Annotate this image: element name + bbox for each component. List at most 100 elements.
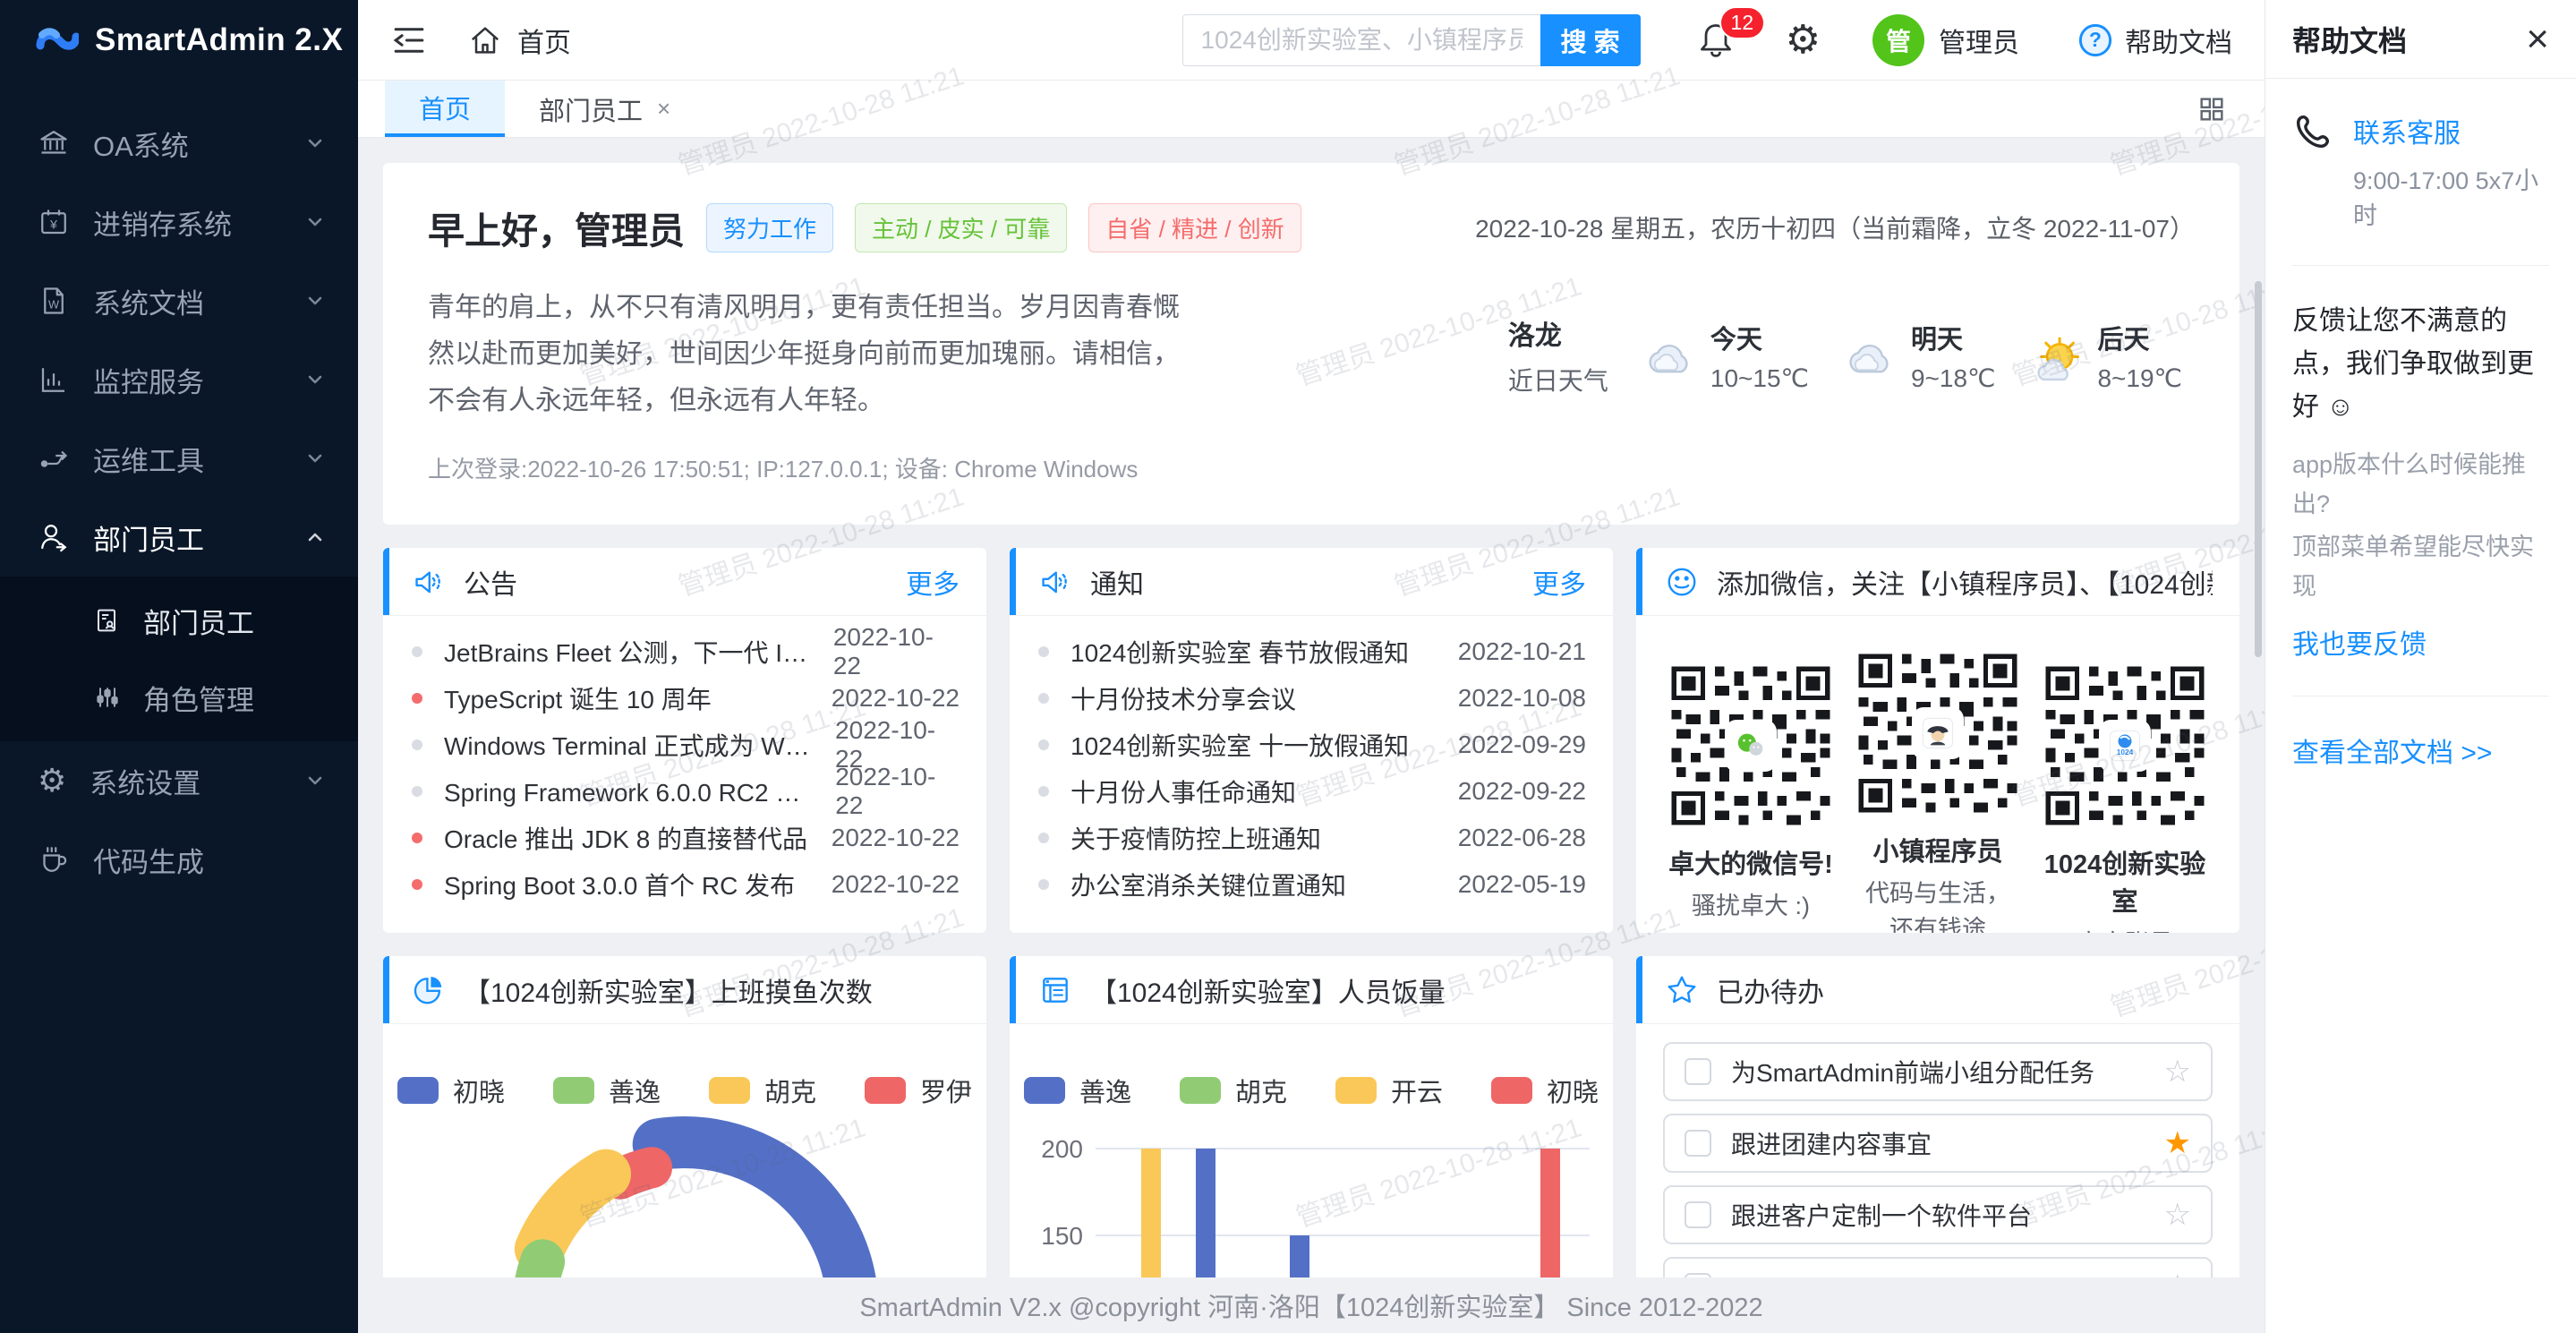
tab-home[interactable]: 首页	[385, 81, 505, 137]
weather-day-temp: 10~15℃	[1710, 363, 1809, 393]
card-title: 添加微信，关注【小镇程序员】、【1024创新实验室】	[1717, 562, 2213, 602]
star-toggle-icon[interactable]: ☆	[2164, 1054, 2191, 1089]
chevron-down-icon	[304, 132, 326, 154]
sidebar-item-label: 系统设置	[90, 761, 200, 801]
tab-employee[interactable]: 部门员工 ×	[505, 81, 704, 137]
notification-bell-icon[interactable]: 12	[1696, 21, 1736, 60]
legend-item[interactable]: 胡克	[709, 1072, 816, 1109]
legend-item[interactable]: 罗伊	[865, 1072, 972, 1109]
sidebar-item-docs[interactable]: 系统文档	[0, 261, 358, 340]
help-doc-button[interactable]: 帮助文档	[2077, 21, 2232, 60]
announcement-title[interactable]: Oracle 推出 JDK 8 的直接替代品	[444, 820, 832, 856]
legend-item[interactable]: 开云	[1335, 1072, 1443, 1109]
legend-label: 善逸	[609, 1072, 661, 1109]
tab-layout-icon[interactable]	[2196, 81, 2265, 137]
qr-name: 卓大的微信号!	[1663, 843, 1838, 881]
star-toggle-icon[interactable]: ★	[2164, 1125, 2191, 1161]
contact-support-link[interactable]: 联系客服	[2353, 111, 2549, 150]
collapse-sidebar-icon[interactable]	[390, 21, 428, 59]
legend-item[interactable]: 善逸	[1024, 1072, 1131, 1109]
todo-item[interactable]: 为SmartAdmin前端小组分配任务 ☆	[1663, 1042, 2213, 1101]
sidebar-subitem-roles[interactable]: 角色管理	[0, 659, 358, 736]
search-button[interactable]: 搜 索	[1540, 14, 1641, 66]
announcement-row: TypeScript 诞生 10 周年2022-10-22	[412, 675, 960, 722]
legend-item[interactable]: 胡克	[1180, 1072, 1287, 1109]
tag-badge: 努力工作	[706, 203, 833, 252]
notice-title[interactable]: 十月份技术分享会议	[1070, 680, 1458, 716]
card-title: 【1024创新实验室】人员饭量	[1090, 970, 1586, 1010]
more-link[interactable]: 更多	[906, 562, 960, 602]
qr-desc: 骚扰卓大 :)	[1663, 888, 1838, 924]
search-input[interactable]	[1182, 14, 1540, 66]
announcement-title[interactable]: Spring Framework 6.0.0 RC2 发布	[444, 773, 835, 809]
sidebar-item-oa[interactable]: OA系统	[0, 104, 358, 183]
legend-item[interactable]: 初晓	[1491, 1072, 1599, 1109]
sidebar-item-employee[interactable]: 部门员工	[0, 498, 358, 577]
user-name[interactable]: 管理员	[1939, 21, 2019, 60]
todo-item[interactable]: 跟进客户定制一个软件平台 ☆	[1663, 1185, 2213, 1244]
avatar[interactable]: 管	[1872, 14, 1924, 66]
notice-title[interactable]: 办公室消杀关键位置通知	[1070, 867, 1458, 902]
announcement-row: Windows Terminal 正式成为 Win...2022-10-22	[412, 722, 960, 768]
notice-row: 十月份技术分享会议2022-10-08	[1038, 675, 1586, 722]
sidebar-item-settings[interactable]: ⚙ 系统设置	[0, 741, 358, 820]
scrollbar[interactable]	[2255, 281, 2262, 657]
all-docs-link[interactable]: 查看全部文档 >>	[2292, 731, 2549, 770]
smiley-icon	[1665, 565, 1699, 599]
legend-swatch	[1335, 1077, 1377, 1104]
todo-checkbox[interactable]	[1685, 1201, 1711, 1228]
notice-title[interactable]: 十月份人事任命通知	[1070, 773, 1458, 809]
todo-item[interactable]: 跟进团建内容事宜 ★	[1663, 1114, 2213, 1173]
notice-title[interactable]: 1024创新实验室 十一放假通知	[1070, 727, 1458, 763]
notice-date: 2022-09-29	[1458, 731, 1586, 759]
meal-chart-card: 【1024创新实验室】人员饭量 善逸 胡克 开云 初晓 200 150	[1010, 956, 1613, 1277]
status-dot	[412, 879, 422, 890]
close-icon[interactable]: ×	[2526, 20, 2549, 59]
announcement-title[interactable]: JetBrains Fleet 公测，下一代 IDE	[444, 634, 833, 670]
qr-item: 小镇程序员 代码与生活，还有钱途	[1850, 652, 2026, 933]
legend-swatch	[1180, 1077, 1221, 1104]
greeting-title: 早上好，管理员	[428, 201, 685, 254]
breadcrumb[interactable]: 首页	[517, 21, 571, 60]
feedback-question: 顶部菜单希望能尽快实现	[2292, 527, 2549, 606]
legend-item[interactable]: 初晓	[397, 1072, 505, 1109]
sidebar-item-monitor[interactable]: 监控服务	[0, 340, 358, 419]
legend-swatch	[1024, 1077, 1065, 1104]
todo-item[interactable]: ☆	[1663, 1257, 2213, 1277]
announcement-title[interactable]: Windows Terminal 正式成为 Win...	[444, 727, 835, 763]
announcement-card: 公告 更多 JetBrains Fleet 公测，下一代 IDE2022-10-…	[383, 548, 986, 933]
todo-checkbox[interactable]	[1685, 1273, 1711, 1277]
status-dot	[412, 833, 422, 843]
sidebar-item-erp[interactable]: 进销存系统	[0, 183, 358, 261]
close-tab-icon[interactable]: ×	[657, 95, 670, 123]
legend-item[interactable]: 善逸	[553, 1072, 661, 1109]
qr-desc: 代码与生活，还有钱途	[1850, 876, 2026, 933]
contact-section: 联系客服 9:00-17:00 5x7小时	[2292, 111, 2549, 231]
star-toggle-icon[interactable]: ☆	[2164, 1197, 2191, 1233]
programmer-avatar-icon	[1915, 710, 1961, 756]
todo-checkbox[interactable]	[1685, 1058, 1711, 1085]
donut-chart	[383, 1114, 986, 1277]
weather-city: 洛龙 近日天气	[1508, 313, 1608, 397]
announcement-title[interactable]: TypeScript 诞生 10 周年	[444, 680, 832, 716]
sidebar-subitem-employee[interactable]: 部门员工	[0, 582, 358, 659]
home-icon[interactable]	[467, 22, 503, 58]
horn-icon	[1038, 565, 1072, 599]
gear-icon[interactable]: ⚙	[1786, 21, 1821, 60]
feedback-link[interactable]: 我也要反馈	[2292, 622, 2549, 662]
feedback-question: app版本什么时候能推出?	[2292, 445, 2549, 524]
todo-checkbox[interactable]	[1685, 1130, 1711, 1157]
sidebar-item-codegen[interactable]: 代码生成	[0, 820, 358, 899]
logo-text: SmartAdmin 2.X	[95, 22, 343, 58]
notice-date: 2022-06-28	[1458, 824, 1586, 852]
todo-label: 为SmartAdmin前端小组分配任务	[1731, 1054, 2164, 1089]
sidebar-subitem-label: 部门员工	[143, 601, 254, 641]
notice-title[interactable]: 关于疫情防控上班通知	[1070, 820, 1458, 856]
more-link[interactable]: 更多	[1532, 562, 1586, 602]
sidebar-item-label: 部门员工	[93, 517, 204, 558]
weather-day-temp: 9~18℃	[1911, 363, 1996, 393]
notice-title[interactable]: 1024创新实验室 春节放假通知	[1070, 634, 1458, 670]
announcement-title[interactable]: Spring Boot 3.0.0 首个 RC 发布	[444, 867, 832, 902]
sidebar-item-ops[interactable]: 运维工具	[0, 419, 358, 498]
star-toggle-icon[interactable]: ☆	[2164, 1269, 2191, 1277]
